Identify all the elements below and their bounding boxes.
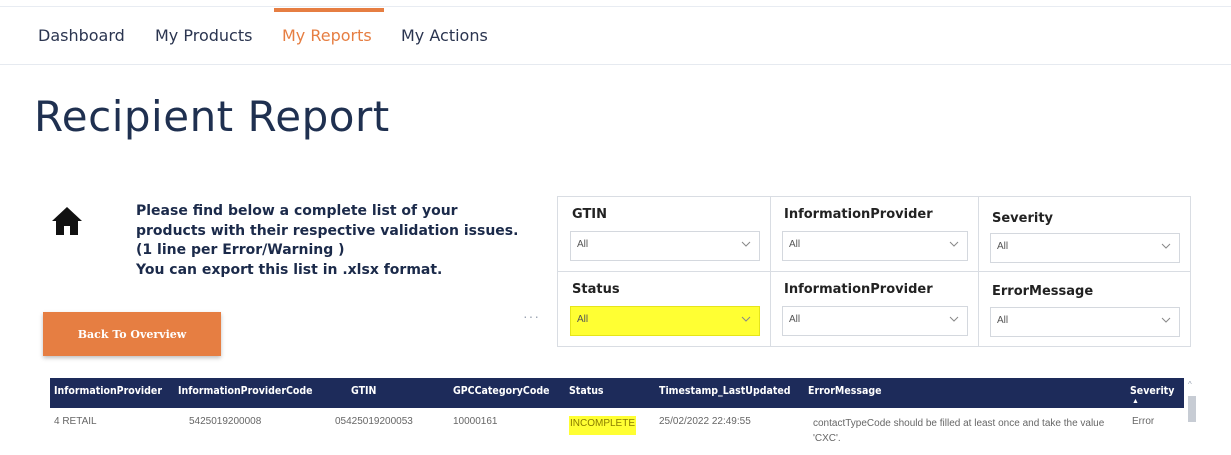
column-header[interactable]: InformationProvider xyxy=(54,378,162,408)
cell-error-message: contactTypeCode should be filled at leas… xyxy=(813,418,1105,444)
scroll-thumb[interactable] xyxy=(1188,396,1196,422)
select-value: All xyxy=(577,314,589,325)
filter-gtin: GTIN All xyxy=(558,197,770,271)
chevron-down-icon xyxy=(949,316,959,322)
column-header[interactable]: GTIN xyxy=(351,378,376,408)
select-value: All xyxy=(997,241,1009,252)
intro-text: Please find below a complete list of you… xyxy=(136,202,536,280)
sort-ascending-icon: ▲ xyxy=(1132,398,1139,405)
more-options-icon[interactable]: ··· xyxy=(523,308,540,324)
column-header[interactable]: ErrorMessage xyxy=(808,378,882,408)
select-value: All xyxy=(789,239,801,250)
column-header[interactable]: Timestamp_LastUpdated xyxy=(659,378,791,408)
chevron-down-icon xyxy=(1161,243,1171,249)
page-title: Recipient Report xyxy=(34,92,390,141)
table-row[interactable]: 4 RETAIL 5425019200008 05425019200053 10… xyxy=(50,408,1184,455)
error-message-select[interactable]: All xyxy=(990,307,1180,337)
filter-error-message: ErrorMessage All xyxy=(978,272,1190,346)
filter-label: ErrorMessage xyxy=(992,284,1094,299)
filter-label: Status xyxy=(572,282,620,297)
filter-information-provider: InformationProvider All xyxy=(770,197,978,271)
select-value: All xyxy=(789,314,801,325)
severity-select[interactable]: All xyxy=(990,233,1180,263)
top-border xyxy=(0,6,1231,7)
select-value: All xyxy=(577,239,589,250)
filter-label: Severity xyxy=(992,211,1054,226)
top-nav: Dashboard My Products My Reports My Acti… xyxy=(0,8,1231,65)
scroll-up-icon[interactable]: ^ xyxy=(1188,380,1192,389)
cell-status: INCOMPLETE xyxy=(569,416,637,435)
filter-label: InformationProvider xyxy=(784,282,933,297)
gtin-select[interactable]: All xyxy=(570,231,760,261)
home-icon[interactable] xyxy=(50,204,84,238)
chevron-down-icon xyxy=(741,316,751,322)
cell-gpc-category-code: 10000161 xyxy=(453,416,498,427)
cell-timestamp: 25/02/2022 22:49:55 xyxy=(659,416,751,427)
information-provider-select[interactable]: All xyxy=(782,231,968,261)
column-header[interactable]: GPCCategoryCode xyxy=(453,378,550,408)
table-scrollbar[interactable]: ^ xyxy=(1186,380,1198,440)
status-select[interactable]: All xyxy=(570,306,760,336)
intro-line: You can export this list in .xlsx format… xyxy=(136,261,443,278)
cell-gtin: 05425019200053 xyxy=(335,416,413,427)
chevron-down-icon xyxy=(949,241,959,247)
cell-information-provider: 4 RETAIL xyxy=(54,416,97,427)
chevron-down-icon xyxy=(741,241,751,247)
report-table: InformationProvider InformationProviderC… xyxy=(50,378,1184,455)
column-header[interactable]: InformationProviderCode xyxy=(178,378,313,408)
intro-line: (1 line per Error/Warning ) xyxy=(136,242,345,258)
filter-label: InformationProvider xyxy=(784,207,933,222)
column-header[interactable]: Status xyxy=(569,378,604,408)
filter-panel: GTIN All InformationProvider All Severit… xyxy=(557,196,1191,347)
nav-my-products[interactable]: My Products xyxy=(155,26,252,45)
cell-information-provider-code: 5425019200008 xyxy=(189,416,262,427)
filter-severity: Severity All xyxy=(978,197,1190,271)
cell-severity: Error xyxy=(1132,416,1155,427)
intro-line: Please find below a complete list of you… xyxy=(136,203,458,219)
nav-dashboard[interactable]: Dashboard xyxy=(38,26,125,45)
filter-status: Status All xyxy=(558,272,770,346)
select-value: All xyxy=(997,315,1009,326)
nav-my-actions[interactable]: My Actions xyxy=(401,26,488,45)
information-provider-select-2[interactable]: All xyxy=(782,306,968,336)
nav-my-reports[interactable]: My Reports xyxy=(282,26,372,45)
chevron-down-icon xyxy=(1161,317,1171,323)
filter-label: GTIN xyxy=(572,207,608,222)
intro-line: products with their respective validatio… xyxy=(136,222,519,239)
back-to-overview-button[interactable]: Back To Overview xyxy=(43,312,221,356)
filter-information-provider-2: InformationProvider All xyxy=(770,272,978,346)
table-header: InformationProvider InformationProviderC… xyxy=(50,378,1184,408)
active-tab-indicator xyxy=(274,8,384,12)
